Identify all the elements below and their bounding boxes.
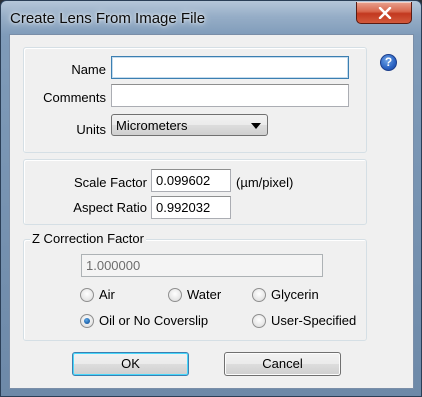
z-correction-legend: Z Correction Factor	[30, 231, 146, 246]
radio-glycerin[interactable]: Glycerin	[252, 287, 319, 305]
name-label: Name	[71, 62, 106, 77]
aspect-ratio-input[interactable]: 0.992032	[151, 196, 231, 219]
radio-label: Glycerin	[271, 287, 319, 302]
radio-label: Oil or No Coverslip	[99, 313, 209, 328]
radio-button	[252, 314, 266, 328]
aspect-ratio-label: Aspect Ratio	[73, 200, 147, 215]
radio-button	[168, 288, 182, 302]
units-selected-value: Micrometers	[116, 118, 188, 133]
scale-factor-unit: (µm/pixel)	[236, 175, 294, 190]
radio-button	[80, 288, 94, 302]
radio-button	[252, 288, 266, 302]
radio-air[interactable]: Air	[80, 287, 115, 305]
close-button[interactable]	[356, 2, 412, 24]
window-title: Create Lens From Image File	[10, 10, 206, 27]
help-icon[interactable]: ?	[380, 54, 397, 71]
ok-button[interactable]: OK	[72, 352, 189, 376]
cancel-button[interactable]: Cancel	[224, 352, 341, 376]
radio-label: User-Specified	[271, 313, 357, 328]
radio-button	[80, 314, 94, 328]
name-input[interactable]	[111, 56, 349, 79]
scale-factor-input[interactable]: 0.099602	[151, 169, 231, 192]
radio-oil-or-no-coverslip[interactable]: Oil or No Coverslip	[80, 313, 208, 331]
radio-water[interactable]: Water	[168, 287, 221, 305]
chevron-down-icon	[251, 123, 261, 129]
radio-label: Water	[187, 287, 222, 302]
z-correction-value: 1.000000	[81, 254, 323, 277]
close-icon	[378, 7, 392, 19]
comments-input[interactable]	[111, 84, 349, 107]
comments-label: Comments	[43, 90, 106, 105]
units-select[interactable]: Micrometers	[111, 114, 268, 136]
scale-factor-label: Scale Factor	[74, 175, 147, 190]
radio-user-specified[interactable]: User-Specified	[252, 313, 356, 331]
dialog-window: Create Lens From Image File Name Comment…	[0, 0, 422, 397]
units-label: Units	[76, 122, 106, 137]
radio-label: Air	[99, 287, 115, 302]
